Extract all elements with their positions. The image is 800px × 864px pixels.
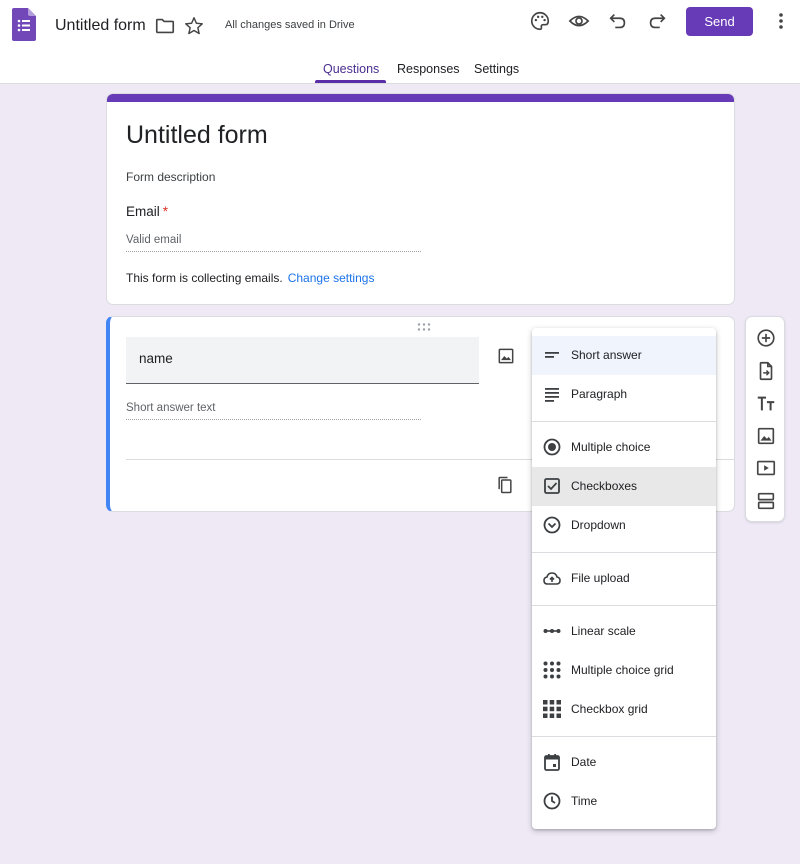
add-question-icon[interactable] <box>755 327 777 349</box>
cloud-upload-icon <box>542 568 562 588</box>
tab-questions[interactable]: Questions <box>323 62 379 76</box>
add-video-icon[interactable] <box>755 457 777 479</box>
form-description-field[interactable]: Form description <box>126 170 215 184</box>
save-status: All changes saved in Drive <box>225 19 355 31</box>
menu-divider <box>532 736 716 737</box>
menu-divider <box>532 605 716 606</box>
menu-item-dropdown[interactable]: Dropdown <box>532 506 716 545</box>
star-icon[interactable] <box>183 15 205 37</box>
floating-question-toolbar <box>745 316 785 522</box>
email-label-text: Email <box>126 204 160 219</box>
menu-item-label: Checkbox grid <box>571 702 648 716</box>
change-settings-link[interactable]: Change settings <box>288 271 375 285</box>
email-field: Valid email <box>126 234 421 252</box>
drag-handle-icon[interactable] <box>416 322 432 332</box>
active-tab-indicator <box>315 80 386 83</box>
menu-item-label: Dropdown <box>571 518 626 532</box>
paragraph-icon <box>542 384 562 404</box>
dropdown-circle-icon <box>542 515 562 535</box>
linear-scale-icon <box>542 621 562 641</box>
menu-item-paragraph[interactable]: Paragraph <box>532 375 716 414</box>
form-header-card: Untitled form Form description Email * Va… <box>106 93 735 305</box>
duplicate-icon[interactable] <box>495 475 515 495</box>
send-button[interactable]: Send <box>686 7 753 36</box>
form-title[interactable]: Untitled form <box>126 121 268 150</box>
square-grid-icon <box>542 699 562 719</box>
short-answer-placeholder: Short answer text <box>126 402 421 420</box>
menu-item-multiple-choice-grid[interactable]: Multiple choice grid <box>532 651 716 690</box>
menu-item-label: Time <box>571 794 598 808</box>
google-forms-logo-icon[interactable] <box>12 8 36 41</box>
menu-item-label: File upload <box>571 571 630 585</box>
menu-item-label: Paragraph <box>571 387 628 401</box>
menu-item-time[interactable]: Time <box>532 782 716 821</box>
radio-button-icon <box>542 437 562 457</box>
menu-item-date[interactable]: Date <box>532 743 716 782</box>
add-section-icon[interactable] <box>755 490 777 512</box>
menu-item-short-answer[interactable]: Short answer <box>532 336 716 375</box>
menu-item-label: Multiple choice grid <box>571 663 674 677</box>
folder-icon[interactable] <box>154 15 176 37</box>
form-tabs: Questions Responses Settings <box>0 58 800 84</box>
menu-item-label: Short answer <box>571 348 642 362</box>
question-title-input[interactable]: name <box>126 337 479 384</box>
checkbox-icon <box>542 476 562 496</box>
import-questions-icon[interactable] <box>755 360 777 382</box>
calendar-icon <box>542 752 562 772</box>
menu-item-label: Multiple choice <box>571 440 651 454</box>
clock-icon <box>542 791 562 811</box>
email-question-label: Email * <box>126 204 168 219</box>
dot-grid-icon <box>542 660 562 680</box>
question-type-menu: Short answer Paragraph Multiple choice C… <box>532 328 716 829</box>
document-title[interactable]: Untitled form <box>55 16 146 36</box>
menu-divider <box>532 552 716 553</box>
tab-settings[interactable]: Settings <box>474 62 519 76</box>
preview-eye-icon[interactable] <box>568 10 590 32</box>
menu-item-checkboxes[interactable]: Checkboxes <box>532 467 716 506</box>
add-title-icon[interactable] <box>755 393 777 415</box>
menu-divider <box>532 421 716 422</box>
undo-icon[interactable] <box>607 10 629 32</box>
menu-item-label: Checkboxes <box>571 479 638 493</box>
collecting-emails-text: This form is collecting emails. <box>126 271 283 285</box>
collecting-emails-note: This form is collecting emails. Change se… <box>126 271 374 285</box>
menu-item-linear-scale[interactable]: Linear scale <box>532 612 716 651</box>
top-bar: Untitled form All changes saved in Drive… <box>0 0 800 84</box>
menu-item-label: Linear scale <box>571 624 636 638</box>
menu-item-checkbox-grid[interactable]: Checkbox grid <box>532 690 716 729</box>
short-answer-icon <box>542 345 562 365</box>
palette-icon[interactable] <box>529 10 551 32</box>
menu-item-file-upload[interactable]: File upload <box>532 559 716 598</box>
tab-responses[interactable]: Responses <box>397 62 460 76</box>
more-vert-icon[interactable] <box>771 10 791 32</box>
add-image-icon[interactable] <box>496 346 516 366</box>
menu-item-multiple-choice[interactable]: Multiple choice <box>532 428 716 467</box>
header-accent-bar <box>107 94 734 102</box>
menu-item-label: Date <box>571 755 597 769</box>
add-image-icon[interactable] <box>755 425 777 447</box>
redo-icon[interactable] <box>646 10 668 32</box>
required-asterisk: * <box>162 204 169 219</box>
